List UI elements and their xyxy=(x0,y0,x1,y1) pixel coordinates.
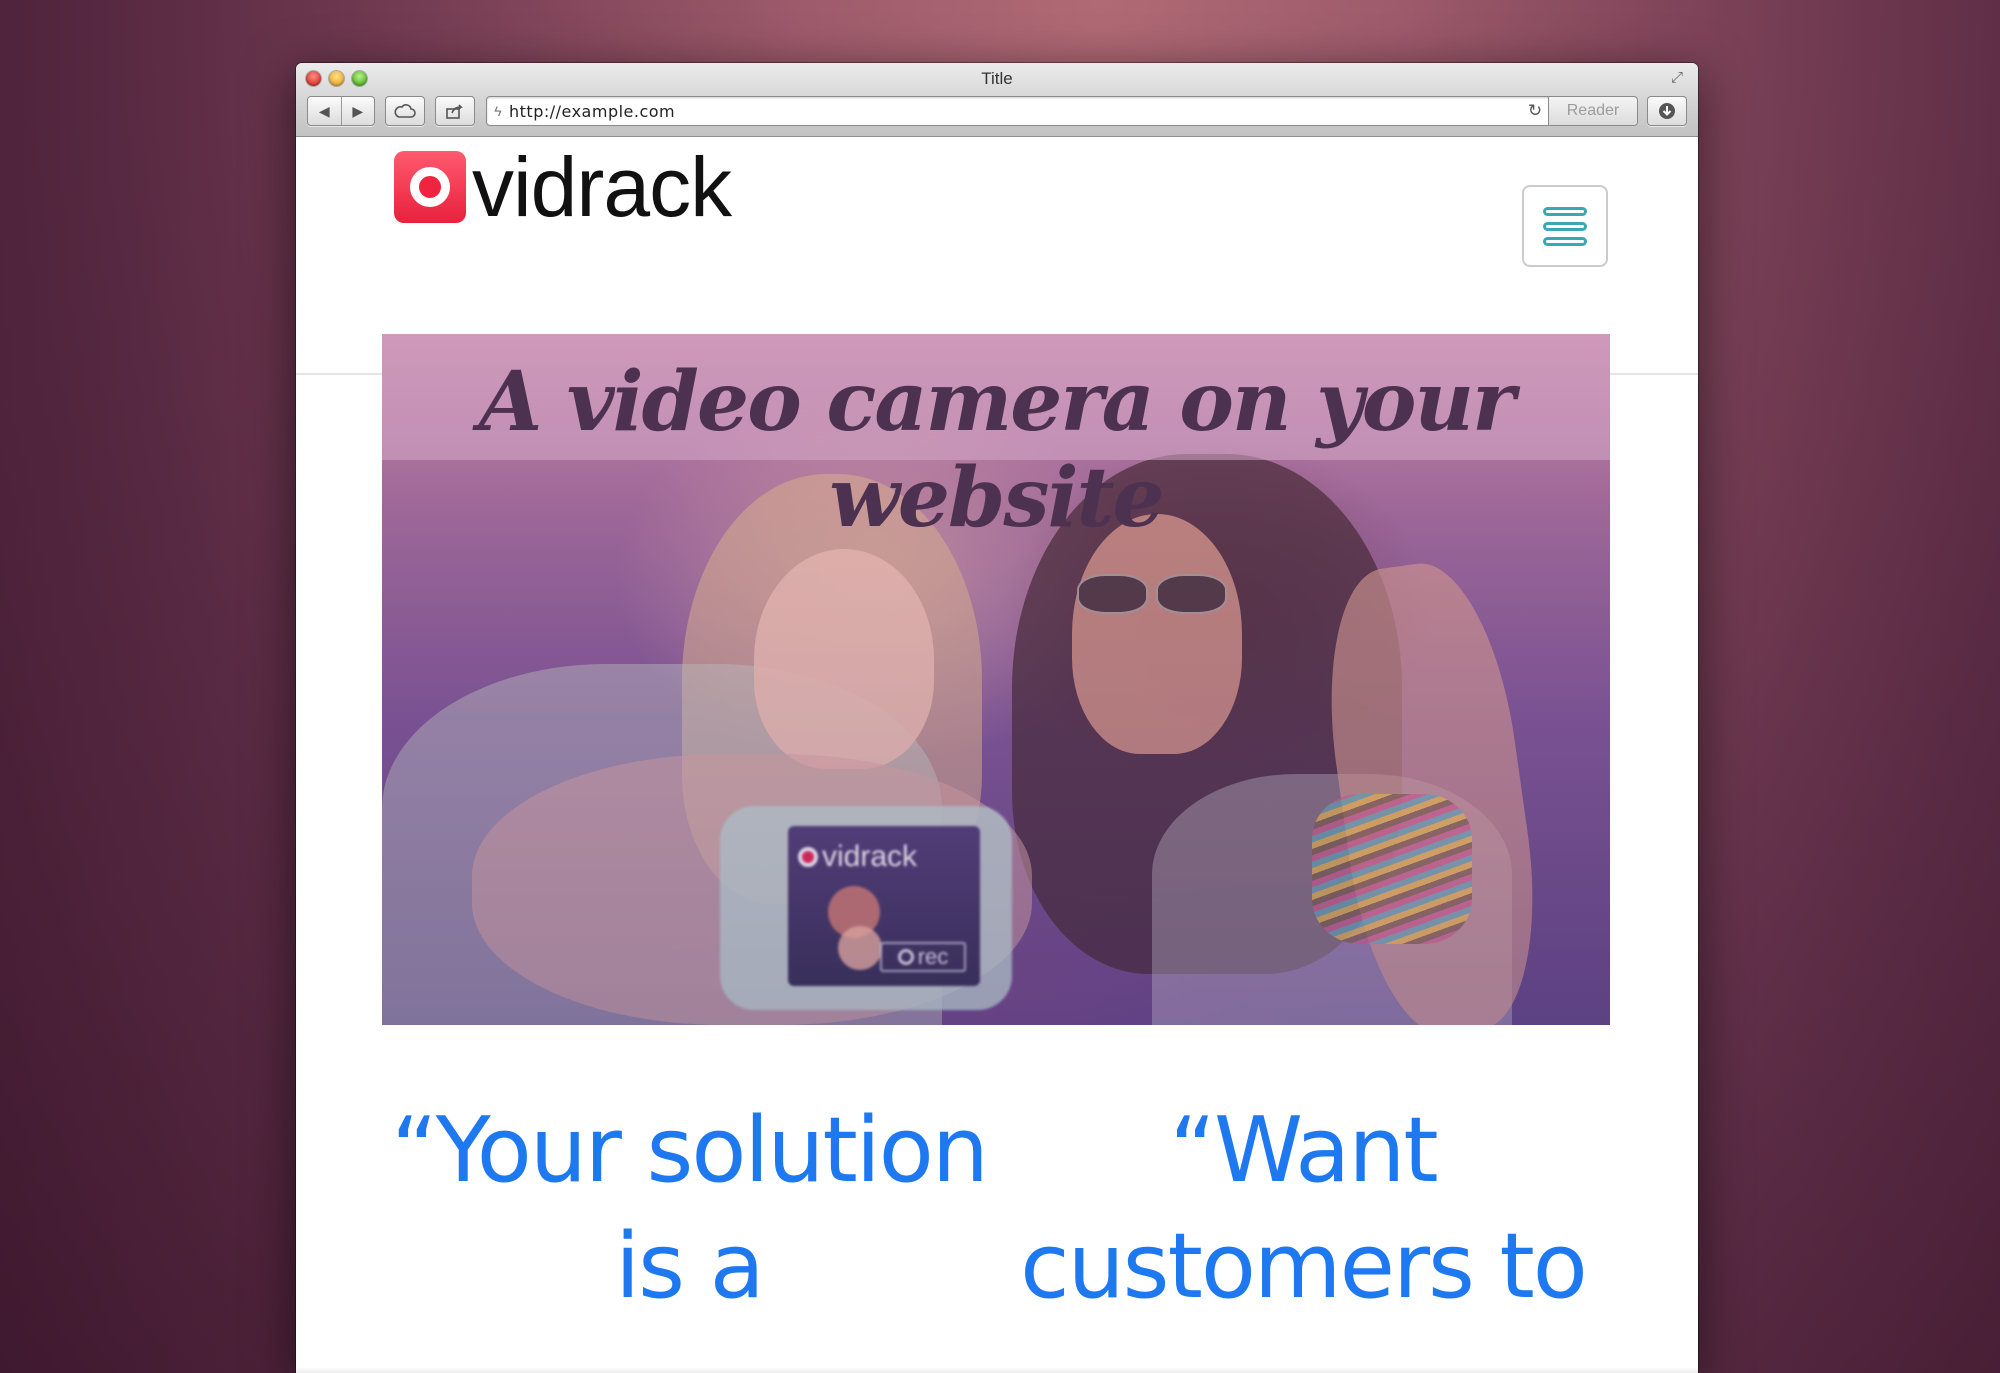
fullscreen-icon[interactable]: ⤢ xyxy=(1668,69,1686,87)
share-icon xyxy=(446,104,463,119)
menu-line-icon xyxy=(1543,236,1587,246)
testimonials: “Your solution is a “Want customers to xyxy=(382,1093,1610,1325)
cloud-icon xyxy=(394,104,416,118)
reload-icon[interactable]: ↻ xyxy=(1522,101,1548,121)
hero-title: A video camera on your website xyxy=(478,354,1516,546)
hero-image: vidrack rec A video camera on your websi… xyxy=(382,334,1610,1025)
back-forward-group: ◀ ▶ xyxy=(307,96,375,126)
share-button[interactable] xyxy=(435,96,475,126)
back-button[interactable]: ◀ xyxy=(308,103,341,120)
site-logo[interactable]: vidrack xyxy=(394,140,732,234)
browser-titlebar: Title ⤢ ◀ ▶ ϟ http://example.com ↻ Reade… xyxy=(296,63,1698,137)
testimonial-quote: “Your solution is a xyxy=(391,1098,989,1319)
menu-line-icon xyxy=(1543,221,1587,231)
reader-button[interactable]: Reader xyxy=(1548,97,1637,125)
logo-ring xyxy=(410,167,450,207)
downloads-button[interactable] xyxy=(1647,96,1687,126)
logo-mark-icon xyxy=(394,151,466,223)
window-title: Title xyxy=(981,69,1013,88)
site-icon: ϟ xyxy=(494,103,502,119)
url-text[interactable]: http://example.com xyxy=(509,102,1522,121)
menu-line-icon xyxy=(1543,206,1587,216)
browser-window: Title ⤢ ◀ ▶ ϟ http://example.com ↻ Reade… xyxy=(296,63,1698,1373)
icloud-tabs-button[interactable] xyxy=(385,96,425,126)
window-bottom-edge xyxy=(296,1367,1698,1373)
download-icon xyxy=(1659,103,1675,119)
address-bar[interactable]: ϟ http://example.com ↻ Reader xyxy=(486,96,1638,126)
hamburger-menu-button[interactable] xyxy=(1522,185,1608,267)
forward-button[interactable]: ▶ xyxy=(342,103,375,120)
testimonial-quote: “Want customers to xyxy=(1020,1098,1588,1319)
logo-text: vidrack xyxy=(472,140,732,234)
